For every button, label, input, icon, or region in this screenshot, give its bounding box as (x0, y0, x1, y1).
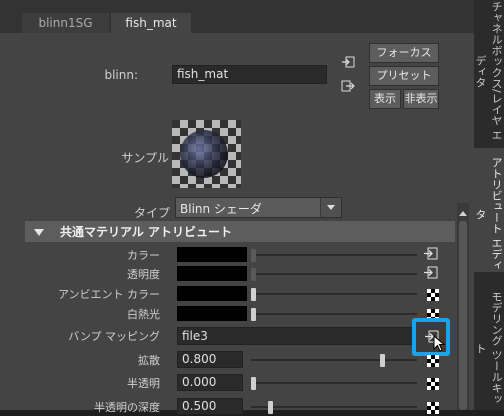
translucence-depth-value-field[interactable]: 0.500 (177, 398, 243, 415)
focus-button[interactable]: フォーカス (369, 43, 439, 63)
diffuse-value-field[interactable]: 0.800 (177, 351, 243, 368)
attr-label-incandescence: 白熱光 (127, 308, 160, 321)
attr-label-diffuse: 拡散 (138, 354, 160, 367)
shader-type-dropdown[interactable]: Blinn シェーダ (175, 197, 342, 218)
color-swatch[interactable] (177, 247, 247, 262)
map-button-connected-icon[interactable] (424, 266, 438, 279)
bump-mapping-field[interactable]: file3 (177, 327, 417, 345)
output-connection-icon[interactable] (341, 80, 355, 95)
color-slider-handle[interactable] (251, 249, 256, 262)
translucence-slider-track[interactable] (251, 382, 417, 384)
scrollbar-thumb[interactable] (459, 221, 467, 410)
incandescence-slider-handle[interactable] (251, 308, 256, 321)
section-title: 共通マテリアル アトリビュート (60, 225, 233, 239)
attribute-editor-panel: blinn1SG fish_mat blinn: fish_mat フォーカス … (0, 0, 474, 415)
map-button-checker-icon[interactable] (427, 402, 439, 414)
ambient-slider-handle[interactable] (251, 288, 256, 301)
incandescence-swatch[interactable] (177, 306, 247, 321)
attr-label-bump-mapping: バンプ マッピング (68, 330, 160, 343)
scroll-up-arrow-icon[interactable] (458, 206, 468, 220)
section-header-common-material[interactable]: 共通マテリアル アトリビュート (25, 221, 455, 242)
chevron-down-icon (320, 198, 341, 217)
attr-row-translucence-depth: 半透明の深度 0.500 (0, 398, 460, 416)
translucence-depth-slider-handle[interactable] (268, 401, 273, 414)
map-button-checker-icon[interactable] (427, 289, 439, 301)
tab-channel-box-layer-editor[interactable]: チャネルボックス/レイヤ エディタ (474, 0, 504, 142)
node-name-field[interactable]: fish_mat (172, 65, 327, 84)
tab-attribute-editor[interactable]: アトリビュート エディタ (474, 148, 504, 272)
tab-fish-mat[interactable]: fish_mat (111, 13, 191, 33)
transparency-slider-handle[interactable] (251, 268, 256, 281)
map-button-checker-icon[interactable] (427, 378, 439, 390)
tab-modeling-toolkit[interactable]: モデリング ツールキット (474, 278, 504, 410)
attr-row-bump-mapping: バンプ マッピング file3 (0, 327, 460, 345)
shader-type-value: Blinn シェーダ (180, 202, 262, 216)
attr-label-translucence: 半透明 (127, 377, 160, 390)
sample-label: サンプル (121, 151, 169, 165)
ambient-color-swatch[interactable] (177, 286, 247, 301)
attr-row-translucence: 半透明 0.000 (0, 374, 460, 392)
vertical-scrollbar[interactable] (457, 203, 469, 410)
attr-row-ambient-color: アンビエント カラー (0, 285, 460, 303)
diffuse-slider-handle[interactable] (380, 354, 385, 367)
translucence-depth-slider-track[interactable] (251, 406, 417, 408)
attr-label-ambient-color: アンビエント カラー (57, 288, 160, 301)
attr-row-transparency: 透明度 (0, 265, 460, 283)
color-slider-track[interactable] (251, 254, 417, 256)
show-button[interactable]: 表示 (369, 89, 401, 109)
attr-label-color: カラー (127, 249, 160, 262)
attr-row-incandescence: 白熱光 (0, 305, 460, 323)
ambient-slider-track[interactable] (251, 293, 417, 295)
attr-label-transparency: 透明度 (127, 268, 160, 281)
incandescence-slider-track[interactable] (251, 313, 417, 315)
tab-blinn1sg[interactable]: blinn1SG (22, 13, 109, 33)
hide-button[interactable]: 非表示 (403, 89, 439, 109)
map-button-connected-icon[interactable] (424, 247, 438, 260)
collapse-arrow-icon (34, 226, 44, 240)
node-type-label: blinn: (104, 68, 138, 82)
transparency-swatch[interactable] (177, 266, 247, 281)
attr-label-translucence-depth: 半透明の深度 (94, 401, 160, 414)
node-tab-bar: blinn1SG fish_mat (0, 0, 474, 33)
input-connection-icon[interactable] (341, 56, 355, 71)
type-label: タイプ (133, 206, 170, 220)
translucence-value-field[interactable]: 0.000 (177, 374, 243, 391)
translucence-slider-handle[interactable] (251, 377, 256, 390)
material-sample-swatch[interactable] (172, 120, 241, 188)
diffuse-slider-track[interactable] (251, 359, 417, 361)
side-tab-strip: チャネルボックス/レイヤ エディタ アトリビュート エディタ モデリング ツール… (474, 0, 504, 410)
transparency-slider-track[interactable] (251, 273, 417, 275)
presets-button[interactable]: プリセット (369, 66, 439, 86)
attr-row-diffuse: 拡散 0.800 (0, 351, 460, 369)
map-button-checker-icon[interactable] (427, 355, 439, 367)
attr-row-color: カラー (0, 246, 460, 264)
